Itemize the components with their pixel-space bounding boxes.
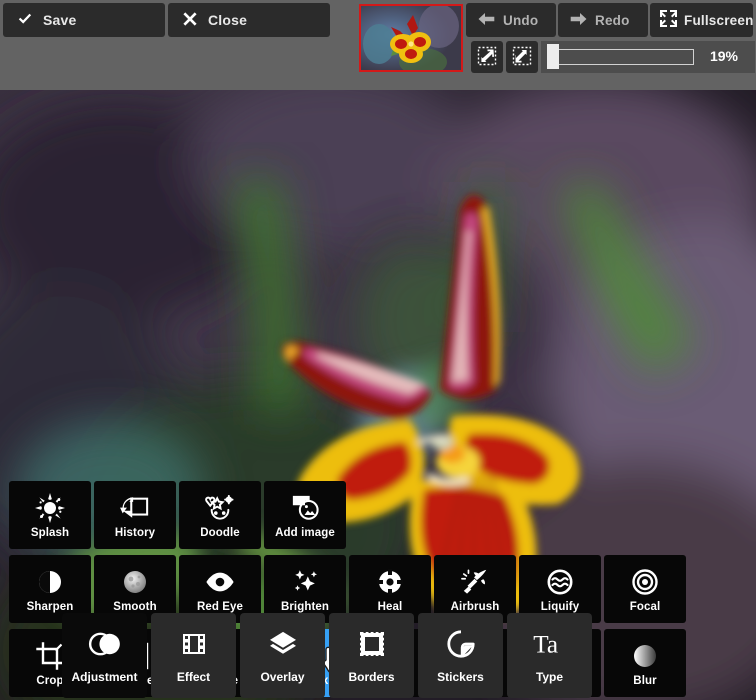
tool-label: Focal [629,600,661,613]
tool-blur[interactable]: Blur [604,629,686,697]
image-thumbnail[interactable] [359,4,463,72]
history-icon [120,491,150,525]
redo-button[interactable]: Redo [558,3,648,37]
fullscreen-label: Fullscreen [684,12,754,28]
sharpen-icon [36,565,64,599]
close-label: Close [208,12,248,28]
tool-label: Blur [633,674,657,687]
text-icon: Ta [533,627,567,661]
tool-doodle[interactable]: Doodle [179,481,261,549]
arrow-left-icon [478,12,495,29]
zoom-slider-container[interactable]: 19% [541,41,755,73]
adjustment-icon [87,627,123,661]
arrow-right-icon [570,12,587,29]
tool-add-image[interactable]: Add image [264,481,346,549]
top-toolbar: Save Close Undo Redo Fullscreen 19% [0,0,756,90]
tab-label: Stickers [437,670,484,684]
undo-label: Undo [503,12,539,28]
zoom-out-button[interactable] [471,41,503,73]
close-button[interactable]: Close [168,3,330,37]
tool-label: Brighten [280,600,330,613]
check-icon [17,11,33,30]
smooth-icon [121,565,149,599]
splash-icon [35,491,65,525]
tool-splash[interactable]: Splash [9,481,91,549]
tab-borders[interactable]: Borders [329,613,414,698]
tool-label: Heal [377,600,403,613]
zoom-percent-label: 19% [709,48,739,64]
tab-overlay[interactable]: Overlay [240,613,325,698]
add-image-icon [291,491,319,525]
zoom-in-icon [512,46,532,69]
tab-label: Overlay [260,670,305,684]
frame-icon [357,627,386,661]
brighten-icon [290,565,320,599]
tool-label: Airbrush [450,600,500,613]
x-icon [182,11,198,30]
tab-type[interactable]: Ta Type [507,613,592,698]
tool-label: Sharpen [26,600,74,613]
category-tabbar: Adjustment Effect Overlay Borders Stickers Ta… [62,613,594,700]
film-icon [180,627,208,661]
thumbnail-preview [361,6,461,70]
heal-icon [376,565,404,599]
tool-label: History [114,526,156,539]
zoom-slider-handle[interactable] [547,44,559,69]
zoom-slider-track[interactable] [547,49,694,65]
image-canvas[interactable]: Splash History Doodle Add image Sharpen Smoot… [0,90,756,700]
tool-focal[interactable]: Focal [604,555,686,623]
tool-label: Smooth [113,600,157,613]
fullscreen-button[interactable]: Fullscreen [650,3,753,37]
save-button[interactable]: Save [3,3,165,37]
tab-stickers[interactable]: Stickers [418,613,503,698]
zoom-in-button[interactable] [506,41,538,73]
red-eye-icon [205,565,235,599]
airbrush-icon [460,565,490,599]
focal-icon [631,565,659,599]
svg-text:Ta: Ta [533,631,558,658]
tool-label: Crop [36,674,64,687]
zoom-out-icon [477,46,497,69]
tab-label: Effect [176,670,211,684]
expand-arrows-icon [659,10,678,30]
tab-adjustment[interactable]: Adjustment [62,613,147,698]
blur-icon [631,639,659,673]
sticker-icon [446,627,475,661]
save-label: Save [43,12,77,28]
layers-icon [268,627,298,661]
redo-label: Redo [595,12,630,28]
tab-effect[interactable]: Effect [151,613,236,698]
tab-label: Borders [348,670,395,684]
tool-label: Red Eye [196,600,244,613]
tool-label: Doodle [200,526,240,539]
tool-history[interactable]: History [94,481,176,549]
tool-label: Add image [275,526,335,539]
tool-label: Splash [30,526,70,539]
doodle-icon [204,491,236,525]
tab-label: Type [535,670,564,684]
crop-icon [36,639,64,673]
image-editor-app: Save Close Undo Redo Fullscreen 19% Spla… [0,0,756,700]
undo-button[interactable]: Undo [466,3,556,37]
liquify-icon [546,565,574,599]
tool-label: Liquify [540,600,580,613]
tab-label: Adjustment [71,670,138,684]
